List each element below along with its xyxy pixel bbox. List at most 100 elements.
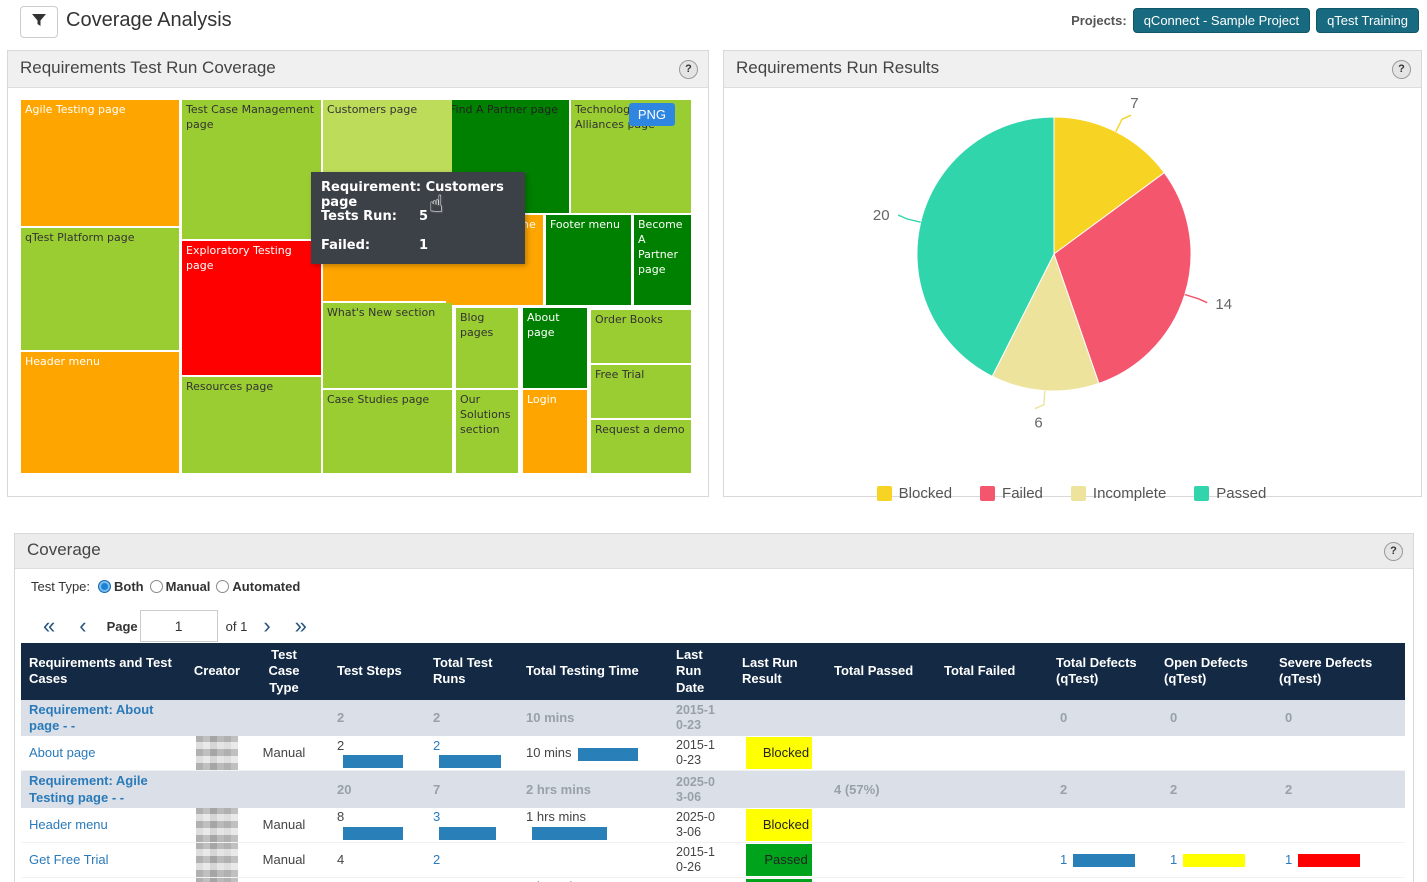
coverage-table-header-row: Requirements and Test CasesCreatorTest C… bbox=[21, 643, 1405, 700]
treemap-help-icon[interactable]: ? bbox=[679, 60, 698, 79]
treemap-tile-case-studies-page[interactable]: Case Studies page bbox=[323, 390, 452, 473]
treemap-tile-what-s-new-section[interactable]: What's New section bbox=[323, 303, 452, 388]
last-run-date: 2015-10-23 bbox=[662, 736, 720, 771]
total-passed bbox=[812, 808, 922, 843]
pie-data-label-incomplete: 6 bbox=[1034, 415, 1042, 432]
test-type-radio-manual[interactable] bbox=[150, 580, 163, 593]
creator-avatar bbox=[196, 843, 238, 877]
prev-page-button[interactable]: ‹ bbox=[67, 615, 98, 637]
red-bar bbox=[1298, 854, 1360, 867]
legend-label: Incomplete bbox=[1093, 485, 1166, 502]
cell-value: 2 bbox=[337, 710, 344, 725]
requirement-group-row: Requirement: About page - -2210 mins2015… bbox=[21, 700, 1405, 737]
coverage-table: Requirements and Test CasesCreatorTest C… bbox=[21, 643, 1405, 882]
treemap-tile-become-a-partner-page[interactable]: Become A Partner page bbox=[634, 215, 691, 305]
treemap-tile-login[interactable]: Login bbox=[523, 390, 587, 473]
legend-item-incomplete[interactable]: Incomplete bbox=[1071, 485, 1166, 502]
treemap-panel-header: Requirements Test Run Coverage ? bbox=[8, 51, 708, 88]
total-failed bbox=[922, 700, 1034, 737]
metric-bar bbox=[532, 827, 607, 840]
cell-value: 7 bbox=[433, 782, 440, 797]
test-case-link[interactable]: Header menu bbox=[29, 817, 108, 832]
creator-avatar bbox=[196, 878, 238, 882]
test-case-type: Manual bbox=[253, 877, 315, 882]
treemap: LoginOur Solutions section Request a demo… bbox=[21, 100, 697, 474]
creator-avatar bbox=[196, 808, 238, 842]
last-run-date: 2025-03-06 bbox=[662, 771, 720, 808]
legend-item-failed[interactable]: Failed bbox=[980, 485, 1043, 502]
pie-leader-line bbox=[898, 215, 921, 222]
treemap-tile-resources-page[interactable]: Resources page bbox=[182, 377, 321, 473]
project-button-qtest-training[interactable]: qTest Training bbox=[1316, 8, 1419, 33]
first-page-button[interactable]: « bbox=[31, 615, 67, 637]
legend-swatch-failed bbox=[980, 486, 995, 501]
treemap-tile-about-page[interactable]: About page bbox=[523, 308, 587, 388]
column-header-requirements-and-test-cases: Requirements and Test Cases bbox=[21, 643, 181, 700]
page-number-input[interactable] bbox=[140, 610, 218, 642]
treemap-tile-header-menu[interactable]: Header menu bbox=[21, 352, 179, 473]
pie-legend: Blocked Failed Incomplete Passed bbox=[724, 485, 1419, 502]
treemap-tile-exploratory-testing-page[interactable]: Exploratory Testing page bbox=[182, 241, 321, 375]
filter-button[interactable] bbox=[20, 6, 58, 38]
column-header-total-defects-qtest: Total Defects (qTest) bbox=[1034, 643, 1142, 700]
treemap-tile-footer-menu[interactable]: Footer menu bbox=[546, 215, 631, 305]
coverage-analysis-page: Coverage Analysis Projects: qConnect - S… bbox=[0, 0, 1427, 882]
treemap-tile-agile-testing-page[interactable]: Agile Testing page bbox=[21, 100, 179, 226]
cell-value: 8 bbox=[337, 809, 344, 824]
pie-data-label-failed: 14 bbox=[1215, 296, 1232, 313]
funnel-icon bbox=[31, 13, 47, 32]
total-failed bbox=[922, 877, 1034, 882]
cell-value: 3 bbox=[433, 809, 440, 824]
cell-value: 2 bbox=[337, 738, 344, 753]
test-case-link[interactable]: Get Free Trial bbox=[29, 852, 108, 867]
test-case-type bbox=[253, 771, 315, 808]
test-case-row: About pageManual2210 mins2015-10-23Block… bbox=[21, 736, 1405, 771]
total-passed bbox=[812, 700, 922, 737]
last-page-button[interactable]: » bbox=[283, 615, 319, 637]
page-label: Page bbox=[107, 619, 138, 634]
project-button-qconnect[interactable]: qConnect - Sample Project bbox=[1133, 8, 1310, 33]
treemap-tile-qtest-platform-page[interactable]: qTest Platform page bbox=[21, 228, 179, 350]
page-title: Coverage Analysis bbox=[66, 9, 232, 32]
tooltip-tests-run-value: 5 bbox=[419, 209, 428, 224]
treemap-tile-request-a-demo[interactable]: Request a demo bbox=[591, 420, 691, 473]
legend-item-blocked[interactable]: Blocked bbox=[877, 485, 952, 502]
cell-value: 2 bbox=[433, 852, 440, 867]
column-header-total-testing-time: Total Testing Time bbox=[504, 643, 662, 700]
pie-chart-area: 714620 BlockedFailedIncompletePassed bbox=[724, 87, 1419, 496]
total-failed bbox=[922, 771, 1034, 808]
requirement-group-row: Requirement: Agile Testing page - -2072 … bbox=[21, 771, 1405, 808]
cell-value: 10 mins bbox=[526, 745, 572, 760]
last-run-date: 2015-10-26 bbox=[662, 842, 720, 877]
pie-panel-title: Requirements Run Results bbox=[736, 58, 939, 78]
treemap-tile-test-case-management-page[interactable]: Test Case Management page bbox=[182, 100, 321, 239]
total-failed bbox=[922, 736, 1034, 771]
pagination: « ‹ Page of 1 › » bbox=[31, 606, 319, 646]
tooltip-requirement-label: Requirement: bbox=[321, 180, 421, 195]
next-page-button[interactable]: › bbox=[251, 615, 282, 637]
column-header-total-passed: Total Passed bbox=[812, 643, 922, 700]
pie-help-icon[interactable]: ? bbox=[1392, 60, 1411, 79]
coverage-help-icon[interactable]: ? bbox=[1384, 542, 1403, 561]
cell-value: 1 bbox=[1285, 852, 1292, 867]
legend-swatch-passed bbox=[1194, 486, 1209, 501]
test-type-option-label: Manual bbox=[166, 579, 211, 594]
column-header-last-run-result: Last Run Result bbox=[720, 643, 812, 700]
treemap-tile-our-solutions-section[interactable]: Our Solutions section bbox=[456, 390, 518, 473]
metric-bar bbox=[439, 755, 501, 768]
tooltip-tests-run-label: Tests Run: bbox=[321, 209, 397, 224]
treemap-tile-blog-pages[interactable]: Blog pages bbox=[456, 308, 518, 388]
test-type-label: Test Type: bbox=[31, 579, 90, 594]
coverage-panel-title: Coverage bbox=[27, 540, 101, 560]
legend-item-passed[interactable]: Passed bbox=[1194, 485, 1266, 502]
test-case-type: Manual bbox=[253, 736, 315, 771]
cell-value: 4 bbox=[337, 852, 344, 867]
treemap-tile-order-books[interactable]: Order Books bbox=[591, 310, 691, 363]
png-export-button[interactable]: PNG bbox=[629, 103, 675, 126]
test-case-link[interactable]: About page bbox=[29, 745, 96, 760]
treemap-tile-free-trial[interactable]: Free Trial bbox=[591, 365, 691, 418]
test-case-type: Manual bbox=[253, 808, 315, 843]
cell-value: 0 bbox=[1170, 710, 1177, 725]
test-type-radio-automated[interactable] bbox=[216, 580, 229, 593]
test-type-radio-both[interactable] bbox=[98, 580, 111, 593]
